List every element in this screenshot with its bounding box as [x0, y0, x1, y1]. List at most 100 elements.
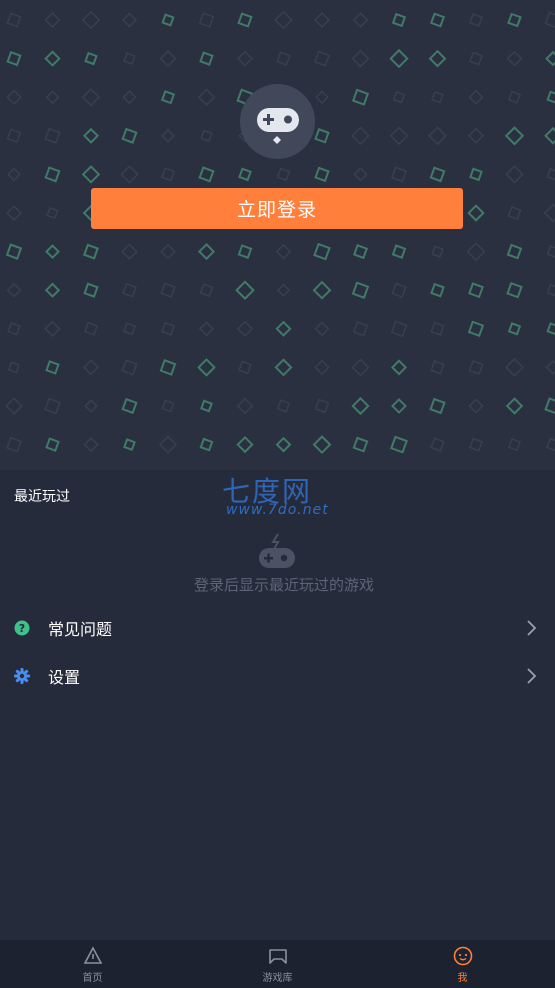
- tab-label: 我: [457, 973, 468, 984]
- pattern-diamond: [505, 357, 524, 377]
- pattern-diamond: [6, 282, 22, 298]
- pattern-diamond: [314, 398, 330, 414]
- chevron-right-icon: [527, 668, 537, 684]
- pattern-diamond: [468, 359, 484, 375]
- pattern-diamond: [314, 166, 330, 183]
- pattern-diamond: [468, 282, 484, 299]
- pattern-diamond: [353, 167, 368, 182]
- pattern-diamond: [351, 396, 370, 416]
- pattern-diamond: [237, 244, 253, 259]
- pattern-diamond: [45, 244, 60, 260]
- pattern-diamond: [313, 242, 331, 261]
- pattern-diamond: [121, 127, 138, 144]
- pattern-diamond: [352, 321, 369, 337]
- pattern-diamond: [200, 399, 213, 413]
- pattern-diamond: [161, 321, 175, 336]
- pattern-diamond: [159, 359, 177, 376]
- pattern-diamond: [199, 283, 214, 298]
- pattern-diamond: [505, 397, 524, 415]
- pattern-diamond: [160, 243, 176, 260]
- login-button[interactable]: 立即登录: [91, 188, 463, 229]
- pattern-diamond: [84, 51, 98, 66]
- pattern-diamond: [159, 49, 177, 68]
- pattern-diamond: [352, 436, 369, 453]
- pattern-diamond: [236, 435, 254, 454]
- pattern-diamond: [44, 50, 61, 67]
- pattern-diamond: [275, 320, 292, 337]
- pattern-diamond: [44, 166, 61, 183]
- pattern-diamond: [428, 49, 447, 68]
- pattern-diamond: [390, 435, 408, 454]
- gear-icon: [14, 668, 30, 684]
- pattern-diamond: [314, 321, 330, 337]
- pattern-diamond: [6, 436, 22, 453]
- pattern-diamond: [391, 398, 407, 414]
- pattern-diamond: [44, 282, 61, 298]
- pattern-diamond: [275, 243, 292, 260]
- pattern-diamond: [467, 127, 485, 144]
- pattern-diamond: [81, 165, 101, 184]
- pattern-diamond: [390, 359, 408, 376]
- pattern-diamond: [507, 438, 522, 452]
- pattern-diamond: [5, 243, 23, 260]
- pattern-diamond: [238, 167, 252, 182]
- pattern-diamond: [544, 126, 555, 145]
- pattern-diamond: [352, 244, 369, 260]
- pattern-diamond: [545, 50, 555, 67]
- pattern-diamond: [44, 12, 61, 28]
- pattern-diamond: [546, 283, 555, 297]
- pattern-diamond: [276, 399, 291, 413]
- pattern-diamond: [545, 360, 555, 375]
- tab-label: 首页: [82, 973, 103, 984]
- pattern-diamond: [312, 435, 332, 455]
- pattern-diamond: [121, 243, 138, 260]
- pattern-diamond: [314, 12, 330, 28]
- tab-library[interactable]: 游戏库: [185, 940, 370, 988]
- recent-title: 最近玩过: [14, 489, 70, 505]
- pattern-diamond: [312, 280, 332, 300]
- empty-gamepad-icon: [259, 533, 295, 568]
- pattern-diamond: [237, 50, 253, 67]
- pattern-diamond: [83, 243, 99, 260]
- pattern-diamond: [83, 282, 99, 298]
- pattern-diamond: [505, 165, 524, 184]
- pattern-diamond: [82, 127, 100, 144]
- pattern-diamond: [506, 243, 523, 260]
- menu-item-faq[interactable]: ? 常见问题: [0, 604, 555, 652]
- pattern-diamond: [466, 242, 486, 262]
- pattern-diamond: [45, 360, 60, 375]
- pattern-diamond: [546, 167, 555, 181]
- pattern-diamond: [197, 243, 216, 261]
- pattern-diamond: [314, 359, 330, 376]
- pattern-diamond: [430, 360, 445, 375]
- pattern-diamond: [81, 88, 101, 107]
- menu-item-settings[interactable]: 设置: [0, 652, 555, 700]
- pattern-diamond: [199, 437, 214, 452]
- tab-me[interactable]: 我: [370, 940, 555, 988]
- pattern-diamond: [5, 397, 23, 415]
- pattern-diamond: [81, 10, 101, 30]
- pattern-diamond: [161, 128, 175, 143]
- pattern-diamond: [428, 126, 447, 146]
- pattern-diamond: [7, 322, 21, 336]
- pattern-diamond: [352, 12, 369, 28]
- decorative-pattern: [5, 10, 555, 455]
- pattern-diamond: [430, 437, 445, 452]
- tab-home[interactable]: 首页: [0, 940, 185, 988]
- pattern-diamond: [123, 322, 136, 336]
- pattern-diamond: [351, 88, 370, 106]
- pattern-diamond: [431, 90, 444, 104]
- pattern-diamond: [121, 359, 138, 376]
- svg-text:?: ?: [19, 622, 25, 635]
- avatar[interactable]: [240, 84, 315, 159]
- pattern-diamond: [391, 166, 407, 183]
- pattern-diamond: [6, 89, 22, 105]
- pattern-diamond: [236, 320, 254, 337]
- profile-header: 立即登录: [0, 0, 555, 470]
- pattern-diamond: [507, 322, 522, 336]
- pattern-diamond: [507, 206, 522, 220]
- pattern-diamond: [391, 244, 407, 259]
- pattern-diamond: [546, 437, 555, 452]
- pattern-diamond: [468, 89, 484, 105]
- pattern-diamond: [391, 282, 407, 298]
